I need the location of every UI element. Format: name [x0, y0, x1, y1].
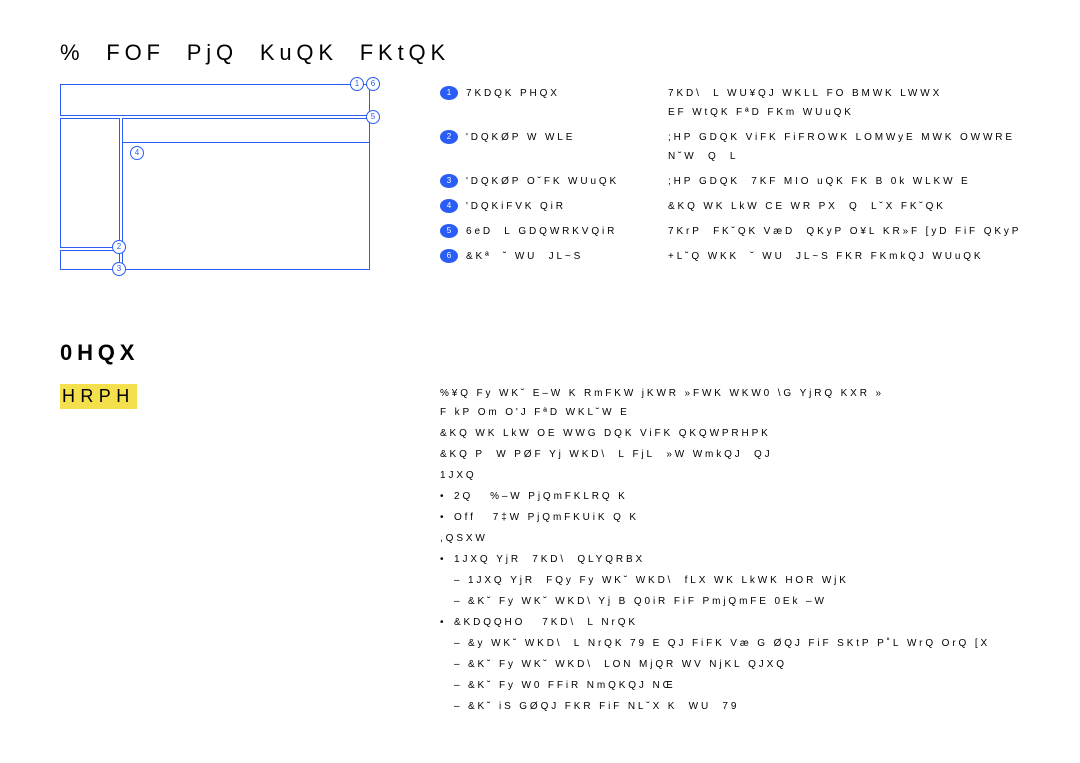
- body-line: 2Q %–W PjQmFKLRQ K: [440, 487, 1030, 506]
- legend-row: 17KDQK PHQX7KD\ L WU¥QJ WKLL FO BMWK LWW…: [440, 84, 1030, 122]
- legend-label: 'DQKØP O˘FK WUuQK: [458, 172, 658, 191]
- legend-label: 7KDQK PHQX: [458, 84, 658, 103]
- body-line: ,QSXW: [440, 529, 1030, 548]
- body-line: 1JXQ: [440, 466, 1030, 485]
- legend-desc: 7KD\ L WU¥QJ WKLL FO BMWK LWWX EF WtQK F…: [658, 84, 1030, 122]
- body-line: &K˘ Fy WK˘ WKD\ LON MjQR WV NjKL QJXQ: [440, 655, 1030, 674]
- body-line: &K˘ iS GØQJ FKR FiF NL˘X K WU 79: [440, 697, 1030, 716]
- layout-diagram: 1 6 5 4 2 3: [60, 84, 370, 294]
- legend-label: 6eD L GDQWRKVQiR: [458, 222, 658, 241]
- body-line: &KQ WK LkW OE WWG DQK ViFK QKQWPRHPK: [440, 424, 1030, 443]
- legend-desc: +L˘Q WKK ˘ WU JL~S FKR FKmkQJ WUuQK: [658, 247, 1030, 266]
- legend-row: 3'DQKØP O˘FK WUuQK;HP GDQK 7KF MIO uQK F…: [440, 172, 1030, 191]
- page-title: % FOF PjQ KuQK FKtQK: [60, 40, 1030, 66]
- body-line: &K˘ Fy W0 FFiR NmQKQJ NŒ: [440, 676, 1030, 695]
- home-highlight: HRPH: [60, 384, 137, 409]
- callout-4: 4: [130, 146, 144, 160]
- legend-number: 2: [440, 130, 458, 144]
- legend-number: 6: [440, 249, 458, 263]
- legend-label: 'DQKiFVK QiR: [458, 197, 658, 216]
- legend-number: 3: [440, 174, 458, 188]
- legend-desc: &KQ WK LkW CE WR PX Q L˘X FK˘QK: [658, 197, 1030, 216]
- callout-3: 3: [112, 262, 126, 276]
- legend-label: 'DQKØP W WLE: [458, 128, 658, 147]
- legend-label: &Kª ˘ WU JL~S: [458, 247, 658, 266]
- body-line: Off 7‡W PjQmFKUiK Q K: [440, 508, 1030, 527]
- body-line: &KQ P W PØF Yj WKD\ L FjL »W WmkQJ QJ: [440, 445, 1030, 464]
- legend-desc: ;HP GDQK 7KF MIO uQK FK B 0k WLKW E: [658, 172, 1030, 191]
- body-line: %¥Q Fy WK˘ E–W K RmFKW jKWR »FWK WKW0 \G…: [440, 384, 1030, 422]
- legend-row: 2'DQKØP W WLE;HP GDQK ViFK FiFROWK LOMWy…: [440, 128, 1030, 166]
- legend-row: 56eD L GDQWRKVQiR7KrP FK˘QK VæD QKyP O¥L…: [440, 222, 1030, 241]
- legend-number: 5: [440, 224, 458, 238]
- legend-desc: ;HP GDQK ViFK FiFROWK LOMWyE MWK OWWRE N…: [658, 128, 1030, 166]
- body-text: %¥Q Fy WK˘ E–W K RmFKW jKWR »FWK WKW0 \G…: [440, 384, 1030, 718]
- legend: 17KDQK PHQX7KD\ L WU¥QJ WKLL FO BMWK LWW…: [440, 84, 1030, 272]
- legend-number: 1: [440, 86, 458, 100]
- body-line: 1JXQ YjR 7KD\ QLYQRBX: [440, 550, 1030, 569]
- body-line: 1JXQ YjR FQy Fy WK˘ WKD\ fLX WK LkWK HOR…: [440, 571, 1030, 590]
- legend-row: 6&Kª ˘ WU JL~S+L˘Q WKK ˘ WU JL~S FKR FKm…: [440, 247, 1030, 266]
- section-heading: 0HQX: [60, 340, 1030, 366]
- callout-1: 1: [350, 77, 364, 91]
- callout-6: 6: [366, 77, 380, 91]
- legend-row: 4'DQKiFVK QiR&KQ WK LkW CE WR PX Q L˘X F…: [440, 197, 1030, 216]
- callout-5: 5: [366, 110, 380, 124]
- body-line: &K˘ Fy WK˘ WKD\ Yj B Q0iR FiF PmjQmFE 0E…: [440, 592, 1030, 611]
- body-line: &y WK˘ WKD\ L NrQK 79 E QJ FiFK Væ G ØQJ…: [440, 634, 1030, 653]
- body-line: &KDQQHO 7KD\ L NrQK: [440, 613, 1030, 632]
- legend-desc: 7KrP FK˘QK VæD QKyP O¥L KR»F [yD FiF QKy…: [658, 222, 1030, 241]
- callout-2: 2: [112, 240, 126, 254]
- legend-number: 4: [440, 199, 458, 213]
